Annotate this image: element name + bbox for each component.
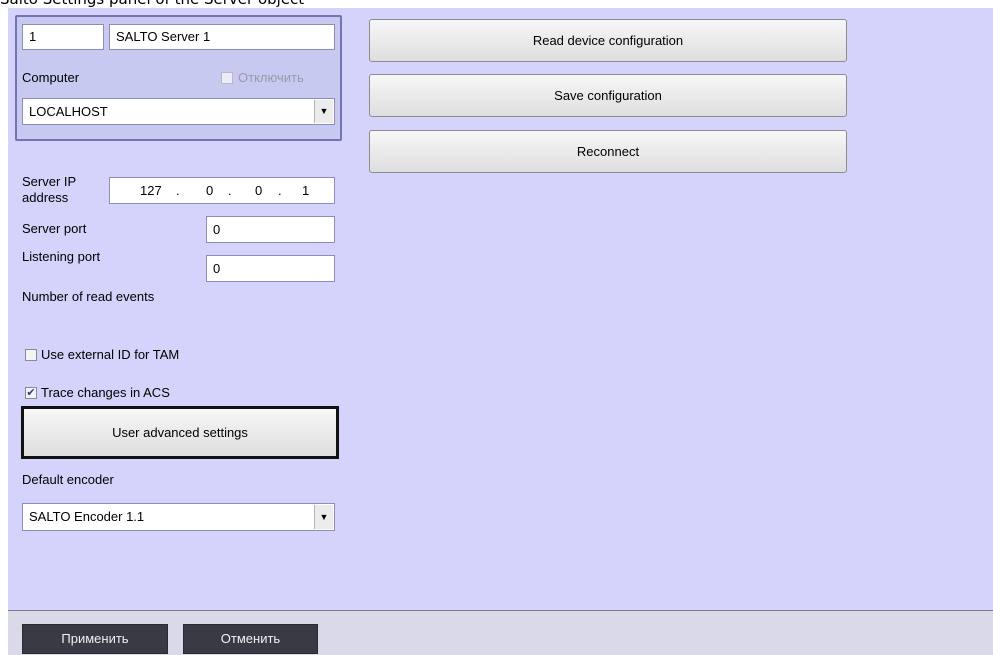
ip-octet-3: 0	[255, 183, 263, 198]
listening-port-label: Listening port	[22, 249, 101, 264]
chevron-down-icon[interactable]: ▼	[314, 505, 333, 529]
server-port-label: Server port	[22, 221, 87, 236]
read-events-label: Number of read events	[22, 289, 155, 304]
use-external-id-checkbox[interactable]	[25, 349, 37, 361]
server-ip-field[interactable]: 127 . 0 . 0 . 1	[109, 177, 335, 204]
reconnect-button[interactable]: Reconnect	[369, 130, 847, 173]
ip-dot-1: .	[176, 183, 180, 198]
use-external-id-label: Use external ID for TAM	[41, 347, 180, 362]
server-name-field[interactable]: SALTO Server 1	[109, 24, 335, 50]
disable-checkbox[interactable]	[221, 72, 233, 84]
computer-label: Computer	[22, 70, 80, 85]
save-configuration-button[interactable]: Save configuration	[369, 74, 847, 117]
default-encoder-label: Default encoder	[22, 472, 114, 487]
computer-dropdown-value: LOCALHOST	[29, 104, 108, 119]
check-icon: ✔	[26, 387, 36, 399]
server-id-field[interactable]: 1	[22, 24, 104, 50]
ip-dot-3: .	[278, 183, 282, 198]
server-port-field[interactable]: 0	[206, 216, 335, 243]
default-encoder-value: SALTO Encoder 1.1	[29, 509, 145, 524]
listening-port-field[interactable]: 0	[206, 255, 335, 282]
apply-button[interactable]: Применить	[22, 624, 168, 654]
ip-octet-1: 127	[140, 183, 162, 198]
caption-text: Salto Settings panel of the Server objec…	[0, 0, 304, 8]
ip-octet-2: 0	[206, 183, 214, 198]
server-ip-label-line2: address	[22, 190, 69, 205]
ip-dot-2: .	[228, 183, 232, 198]
trace-changes-checkbox[interactable]: ✔	[25, 387, 37, 399]
chevron-down-icon[interactable]: ▼	[314, 100, 333, 123]
server-ip-label-line1: Server IP	[22, 174, 77, 189]
disable-label: Отключить	[238, 70, 304, 85]
trace-changes-label: Trace changes in ACS	[41, 385, 170, 400]
default-encoder-dropdown[interactable]: SALTO Encoder 1.1 ▼	[22, 503, 335, 531]
user-advanced-settings-button[interactable]: User advanced settings	[21, 406, 339, 459]
cancel-button[interactable]: Отменить	[183, 624, 318, 654]
ip-octet-4: 1	[302, 183, 310, 198]
computer-dropdown[interactable]: LOCALHOST ▼	[22, 98, 335, 125]
caption-strip: Salto Settings panel of the Server objec…	[0, 0, 993, 8]
read-device-configuration-button[interactable]: Read device configuration	[369, 19, 847, 62]
